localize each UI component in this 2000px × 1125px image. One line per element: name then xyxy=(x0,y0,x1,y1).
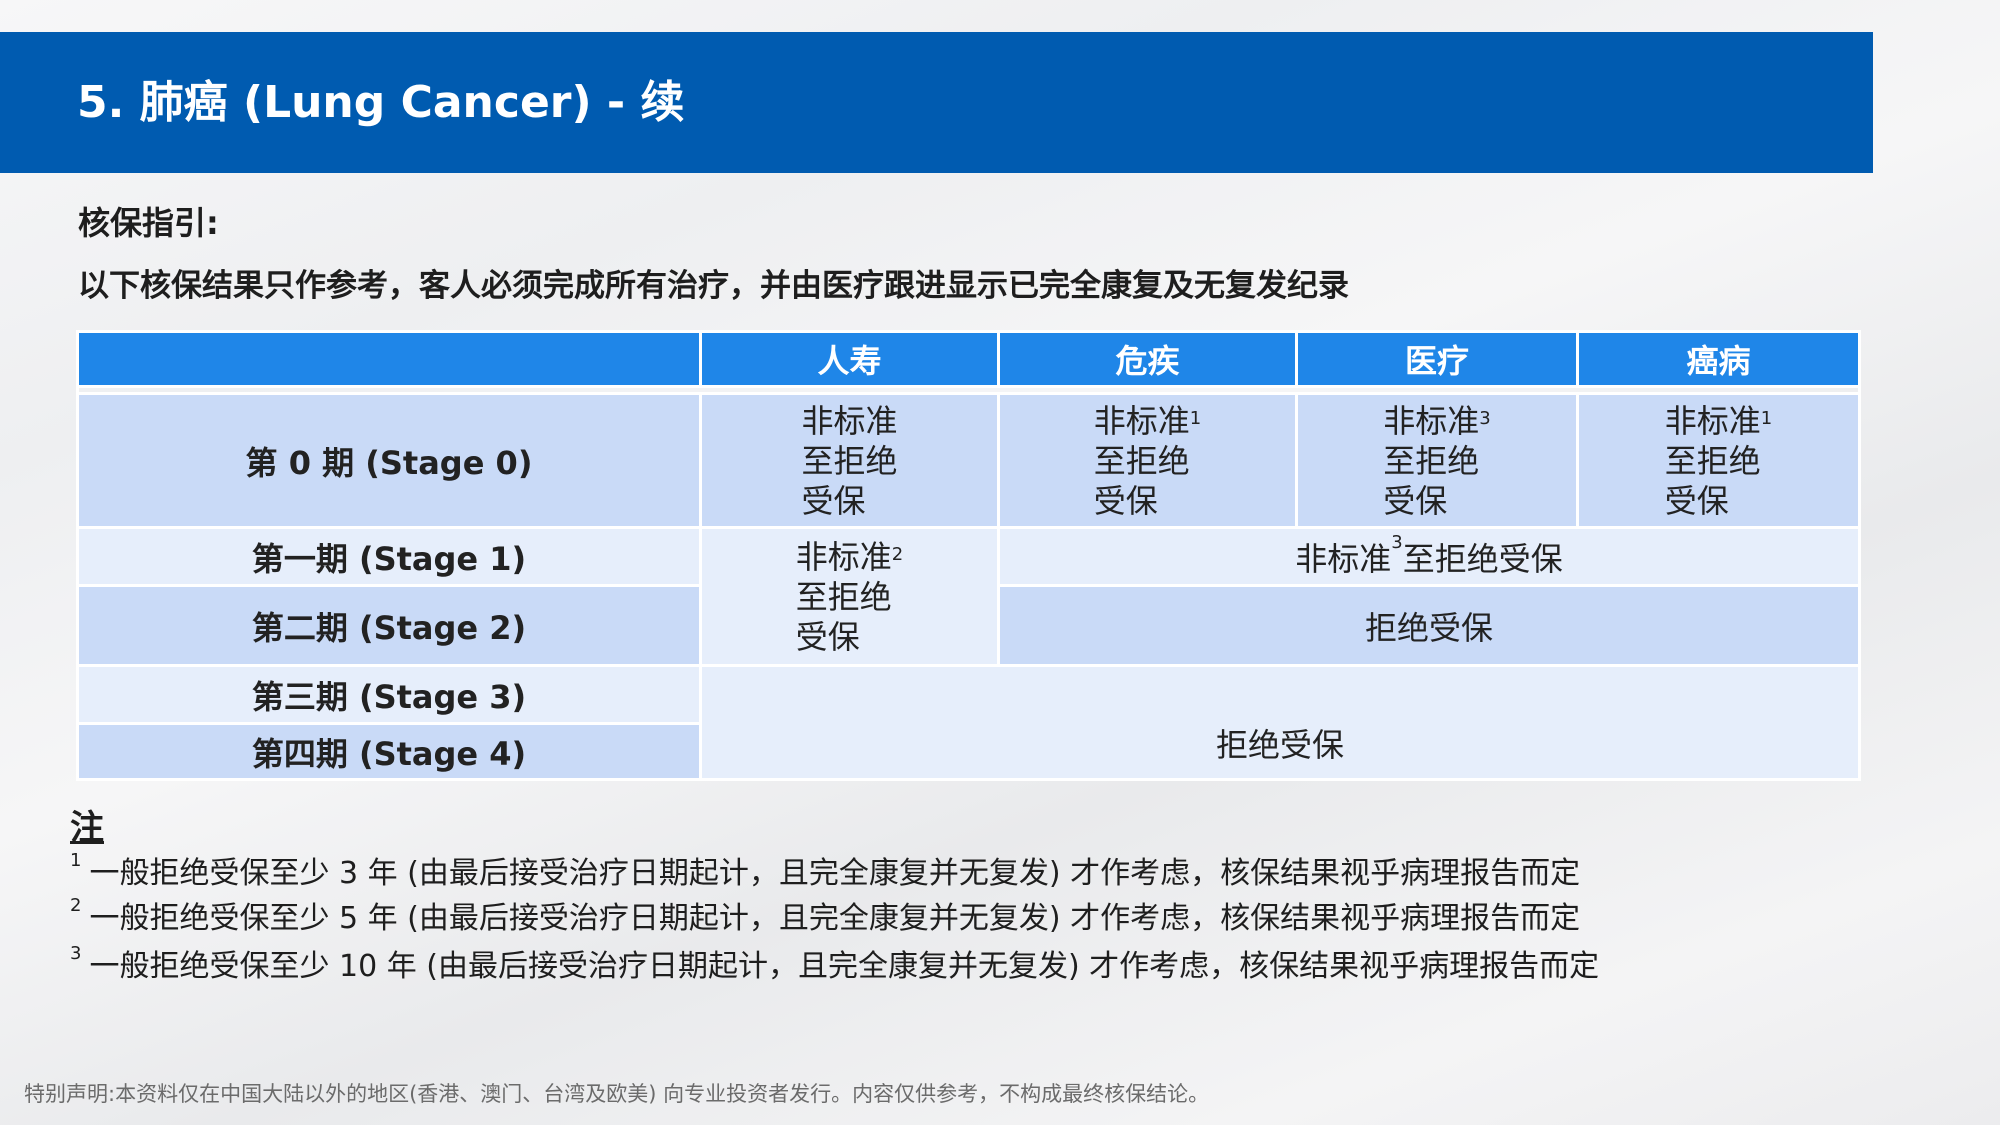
cell-stage2-others: 拒绝受保 xyxy=(997,584,1861,667)
cell-stage0-medical: 非标准3 至拒绝 受保 xyxy=(1295,392,1579,529)
cell-line: 受保 xyxy=(1093,481,1158,520)
cell-line: 非标准 xyxy=(1093,401,1190,440)
cell-stage0-critical-illness: 非标准1 至拒绝 受保 xyxy=(997,392,1298,529)
footnote-mark: 2 xyxy=(891,543,904,565)
header-cell-cancer: 癌病 xyxy=(1576,330,1861,388)
cell-line: 受保 xyxy=(801,481,866,520)
note-mark: 2 xyxy=(70,895,82,916)
cell-line: 至拒绝 xyxy=(1383,441,1480,480)
note-item: 1 一般拒绝受保至少 3 年 (由最后接受治疗日期起计，且完全康复并无复发) 才作… xyxy=(70,848,1580,892)
cell-line: 至拒绝 xyxy=(801,441,898,480)
cell-line: 至拒绝 xyxy=(795,577,892,616)
header-cell-critical-illness: 危疾 xyxy=(997,330,1298,388)
cell-text: 非标准 xyxy=(1295,539,1392,578)
footnote-mark: 3 xyxy=(1391,531,1403,553)
note-mark: 1 xyxy=(70,850,82,871)
note-mark: 3 xyxy=(70,943,82,964)
table-row: 第一期 (Stage 1) 非标准2 至拒绝 受保 非标准3至拒绝受保 xyxy=(76,526,1861,667)
footnote-mark: 1 xyxy=(1189,407,1202,429)
cell-stage0-life: 非标准 至拒绝 受保 xyxy=(699,392,1000,529)
header-cell-medical: 医疗 xyxy=(1295,330,1579,388)
cell-line: 受保 xyxy=(1664,481,1729,520)
cell-line: 至拒绝 xyxy=(1664,441,1761,480)
stage-label: 第二期 (Stage 2) xyxy=(76,584,702,667)
cell-line: 受保 xyxy=(1383,481,1448,520)
guide-text: 以下核保结果只作参考，客人必须完成所有治疗，并由医疗跟进显示已完全康复及无复发纪… xyxy=(78,268,1349,304)
note-text: 一般拒绝受保至少 5 年 (由最后接受治疗日期起计，且完全康复并无复发) 才作考… xyxy=(89,901,1581,936)
notes-title: 注 xyxy=(70,808,104,848)
cell-line: 非标准 xyxy=(1383,401,1480,440)
note-text: 一般拒绝受保至少 10 年 (由最后接受治疗日期起计，且完全康复并无复发) 才作… xyxy=(89,949,1600,984)
table-header-row: 人寿 危疾 医疗 癌病 xyxy=(76,330,1861,388)
stage-label: 第 0 期 (Stage 0) xyxy=(76,392,702,529)
cell-text: 至拒绝受保 xyxy=(1402,539,1563,578)
cell-stage34-all: 拒绝受保 xyxy=(699,664,1861,781)
footnote-mark: 1 xyxy=(1760,407,1773,429)
cell-stage1-others: 非标准3至拒绝受保 xyxy=(997,526,1861,587)
cell-stage12-life: 非标准2 至拒绝 受保 xyxy=(699,526,1000,667)
stage-label: 第一期 (Stage 1) xyxy=(76,526,702,587)
underwriting-table: 人寿 危疾 医疗 癌病 第 0 期 (Stage 0) 非标准 至拒绝 受保 非… xyxy=(76,330,1861,781)
cell-line: 非标准 xyxy=(795,537,892,576)
header-cell-blank xyxy=(76,330,702,388)
title-bar: 5. 肺癌 (Lung Cancer) - 续 xyxy=(0,32,1873,173)
stage-label: 第四期 (Stage 4) xyxy=(76,722,702,781)
cell-stage0-cancer: 非标准1 至拒绝 受保 xyxy=(1576,392,1861,529)
page-title: 5. 肺癌 (Lung Cancer) - 续 xyxy=(77,77,685,128)
note-item: 2 一般拒绝受保至少 5 年 (由最后接受治疗日期起计，且完全康复并无复发) 才作… xyxy=(70,893,1580,937)
cell-line: 非标准 xyxy=(801,401,898,440)
note-text: 一般拒绝受保至少 3 年 (由最后接受治疗日期起计，且完全康复并无复发) 才作考… xyxy=(89,856,1581,891)
footnote-mark: 3 xyxy=(1479,407,1491,429)
disclaimer: 特别声明:本资料仅在中国大陆以外的地区(香港、澳门、台湾及欧美) 向专业投资者发… xyxy=(24,1082,1210,1106)
cell-line: 受保 xyxy=(795,617,860,656)
header-cell-life: 人寿 xyxy=(699,330,1000,388)
stage-label: 第三期 (Stage 3) xyxy=(76,664,702,725)
note-item: 3 一般拒绝受保至少 10 年 (由最后接受治疗日期起计，且完全康复并无复发) 才… xyxy=(70,941,1599,985)
guide-label: 核保指引: xyxy=(78,204,219,242)
table-row: 第三期 (Stage 3) 拒绝受保 xyxy=(76,664,1861,781)
cell-line: 至拒绝 xyxy=(1093,441,1190,480)
table-row: 第 0 期 (Stage 0) 非标准 至拒绝 受保 非标准1 至拒绝 受保 非… xyxy=(76,392,1861,529)
cell-line: 非标准 xyxy=(1664,401,1761,440)
